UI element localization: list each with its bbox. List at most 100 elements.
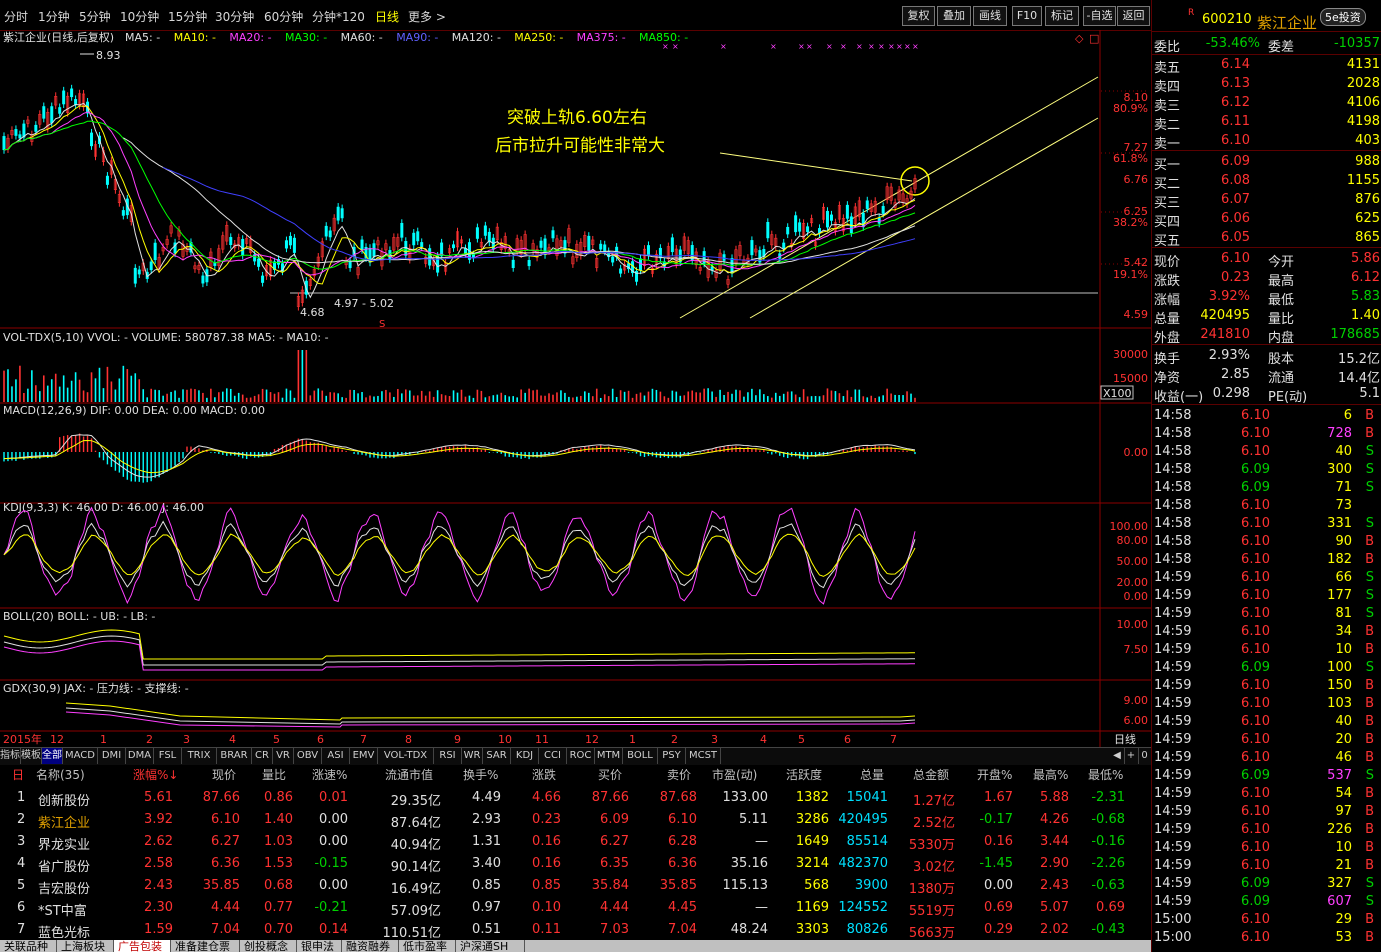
col-header-13[interactable]: 总金额 bbox=[913, 766, 949, 783]
period-1[interactable]: 1分钟 bbox=[38, 8, 70, 25]
period-4[interactable]: 15分钟 bbox=[168, 8, 207, 25]
candle-body bbox=[722, 254, 726, 261]
indicator-tab-21[interactable]: MTM bbox=[595, 748, 623, 764]
col-header-9[interactable]: 卖价 bbox=[667, 766, 691, 783]
indicator-tab-19[interactable]: CCI bbox=[539, 748, 567, 764]
indicator-tab-6[interactable]: FSL bbox=[154, 748, 182, 764]
period-2[interactable]: 5分钟 bbox=[79, 8, 111, 25]
indicator-tab-7[interactable]: TRIX bbox=[182, 748, 217, 764]
toolbar-button-5[interactable]: -自选 bbox=[1083, 6, 1116, 26]
stock-name-cell[interactable]: 界龙实业 bbox=[38, 834, 90, 853]
col-header-15[interactable]: 最高% bbox=[1033, 766, 1068, 783]
col-header-3[interactable]: 量比 bbox=[262, 766, 286, 783]
tick-time: 14:59 bbox=[1154, 786, 1192, 801]
period-7[interactable]: 分钟*120 bbox=[312, 8, 365, 25]
indicator-tab-12[interactable]: ASI bbox=[322, 748, 350, 764]
period-5[interactable]: 30分钟 bbox=[215, 8, 254, 25]
sector-tab-3[interactable]: 准备建仓票 bbox=[171, 940, 240, 952]
chart-area[interactable]: 紫江企业(日线,后复权) MA5: - MA10: - MA20: - MA30: - M… bbox=[0, 30, 1151, 747]
indicator-tab-15[interactable]: RSI bbox=[434, 748, 462, 764]
stock-name-cell[interactable]: *ST中富 bbox=[38, 900, 87, 919]
col-header-2[interactable]: 现价 bbox=[212, 766, 236, 783]
col-header-8[interactable]: 买价 bbox=[598, 766, 622, 783]
col-header-7[interactable]: 涨跌 bbox=[532, 766, 556, 783]
indicator-tab-1[interactable]: 模板 bbox=[21, 748, 42, 764]
tick-price: 6.10 bbox=[1241, 624, 1270, 639]
tick-volume: 607 bbox=[1327, 894, 1352, 909]
toolbar-button-2[interactable]: 画线 bbox=[973, 6, 1007, 26]
indicator-tab-0[interactable]: 指标 bbox=[0, 748, 21, 764]
col-header-6[interactable]: 换手% bbox=[463, 766, 498, 783]
stock-name-cell[interactable]: 创新股份 bbox=[38, 790, 90, 809]
col-header-14[interactable]: 开盘% bbox=[977, 766, 1012, 783]
stat-row: 外盘 241810 内盘 178685 bbox=[1152, 325, 1381, 346]
sector-tab-5[interactable]: 银申法 bbox=[297, 940, 342, 952]
sector-tab-1[interactable]: 上海板块 bbox=[57, 940, 114, 952]
tab-plus[interactable]: + bbox=[1124, 748, 1139, 764]
candle-body bbox=[292, 237, 296, 253]
toolbar-button-3[interactable]: F10 bbox=[1012, 6, 1042, 26]
col-header-4[interactable]: 涨速% bbox=[312, 766, 347, 783]
indicator-tab-18[interactable]: KDJ bbox=[511, 748, 539, 764]
indicator-tab-22[interactable]: BOLL bbox=[623, 748, 658, 764]
indicator-tab-8[interactable]: BRAR bbox=[217, 748, 252, 764]
indicator-tab-16[interactable]: WR bbox=[462, 748, 483, 764]
indicator-tab-11[interactable]: OBV bbox=[294, 748, 322, 764]
toolbar-button-4[interactable]: 标记 bbox=[1045, 6, 1079, 26]
indicator-tab-23[interactable]: PSY bbox=[658, 748, 686, 764]
indicator-tab-10[interactable]: VR bbox=[273, 748, 294, 764]
col-header-0[interactable]: 名称(35) bbox=[36, 766, 85, 783]
candle-body bbox=[639, 258, 643, 271]
indicator-tab-13[interactable]: EMV bbox=[350, 748, 378, 764]
col-header-16[interactable]: 最低% bbox=[1088, 766, 1123, 783]
toolbar-button-0[interactable]: 复权 bbox=[902, 6, 935, 26]
indicator-tab-5[interactable]: DMA bbox=[126, 748, 154, 764]
indicator-tab-24[interactable]: MCST bbox=[686, 748, 721, 764]
tick-side: B bbox=[1365, 408, 1374, 423]
stock-name-cell[interactable]: 紫江企业 bbox=[38, 812, 90, 831]
event-marker: × bbox=[806, 42, 813, 51]
x-unit[interactable]: 日线 bbox=[1114, 732, 1136, 746]
period-6[interactable]: 60分钟 bbox=[264, 8, 303, 25]
stock-name-cell[interactable]: 吉宏股份 bbox=[38, 878, 90, 897]
period-8[interactable]: 日线 bbox=[375, 8, 399, 25]
tab-scroll-left[interactable]: ◀ bbox=[1110, 748, 1125, 764]
sector-tab-7[interactable]: 低市盈率 bbox=[399, 940, 456, 952]
table-cell: 0.97 bbox=[472, 900, 501, 915]
col-header-1[interactable]: 涨幅%↓ bbox=[133, 766, 178, 783]
candle-body bbox=[798, 222, 802, 232]
diamond-icon[interactable]: ◇ bbox=[1075, 32, 1084, 45]
table-cell: 0.16 bbox=[984, 834, 1013, 849]
period-0[interactable]: 分时 bbox=[4, 8, 28, 25]
fund-value: 0.298 bbox=[1212, 386, 1250, 401]
table-cell: 3286 bbox=[795, 812, 829, 827]
sector-tab-8[interactable]: 沪深通SH bbox=[456, 940, 525, 952]
stock-name-cell[interactable]: 蓝色光标 bbox=[38, 922, 90, 941]
indicator-tab-14[interactable]: VOL-TDX bbox=[378, 748, 434, 764]
sell-signal-marker: S bbox=[379, 319, 385, 330]
col-header-11[interactable]: 活跃度 bbox=[786, 766, 822, 783]
indicator-tab-4[interactable]: DMI bbox=[98, 748, 126, 764]
tick-side: S bbox=[1365, 516, 1374, 531]
sector-tab-2[interactable]: 广告包装 bbox=[114, 940, 171, 952]
period-3[interactable]: 10分钟 bbox=[120, 8, 159, 25]
tab-reset[interactable]: 0 bbox=[1138, 748, 1152, 764]
sector-tab-6[interactable]: 融资融券 bbox=[342, 940, 399, 952]
col-header-5[interactable]: 流通市值 bbox=[385, 766, 433, 783]
period-9[interactable]: 更多 > bbox=[408, 8, 446, 25]
sector-tab-4[interactable]: 创投概念 bbox=[240, 940, 297, 952]
indicator-tab-3[interactable]: MACD bbox=[63, 748, 98, 764]
toolbar-button-6[interactable]: 返回 bbox=[1117, 6, 1150, 26]
stock-name-cell[interactable]: 省广股份 bbox=[38, 856, 90, 875]
tick-price: 6.10 bbox=[1241, 822, 1270, 837]
col-header-10[interactable]: 市盈(动) bbox=[712, 766, 757, 783]
indicator-tab-17[interactable]: SAR bbox=[483, 748, 511, 764]
indicator-tab-2[interactable]: 全部 bbox=[42, 748, 63, 764]
indicator-tab-20[interactable]: ROC bbox=[567, 748, 595, 764]
sector-tab-0[interactable]: 关联品种 bbox=[0, 940, 57, 952]
toolbar-button-1[interactable]: 叠加 bbox=[937, 6, 971, 26]
table-cell: 0.00 bbox=[319, 812, 348, 827]
col-header-12[interactable]: 总量 bbox=[860, 766, 884, 783]
collapse-icon[interactable]: □ bbox=[1089, 32, 1099, 45]
indicator-tab-9[interactable]: CR bbox=[252, 748, 273, 764]
